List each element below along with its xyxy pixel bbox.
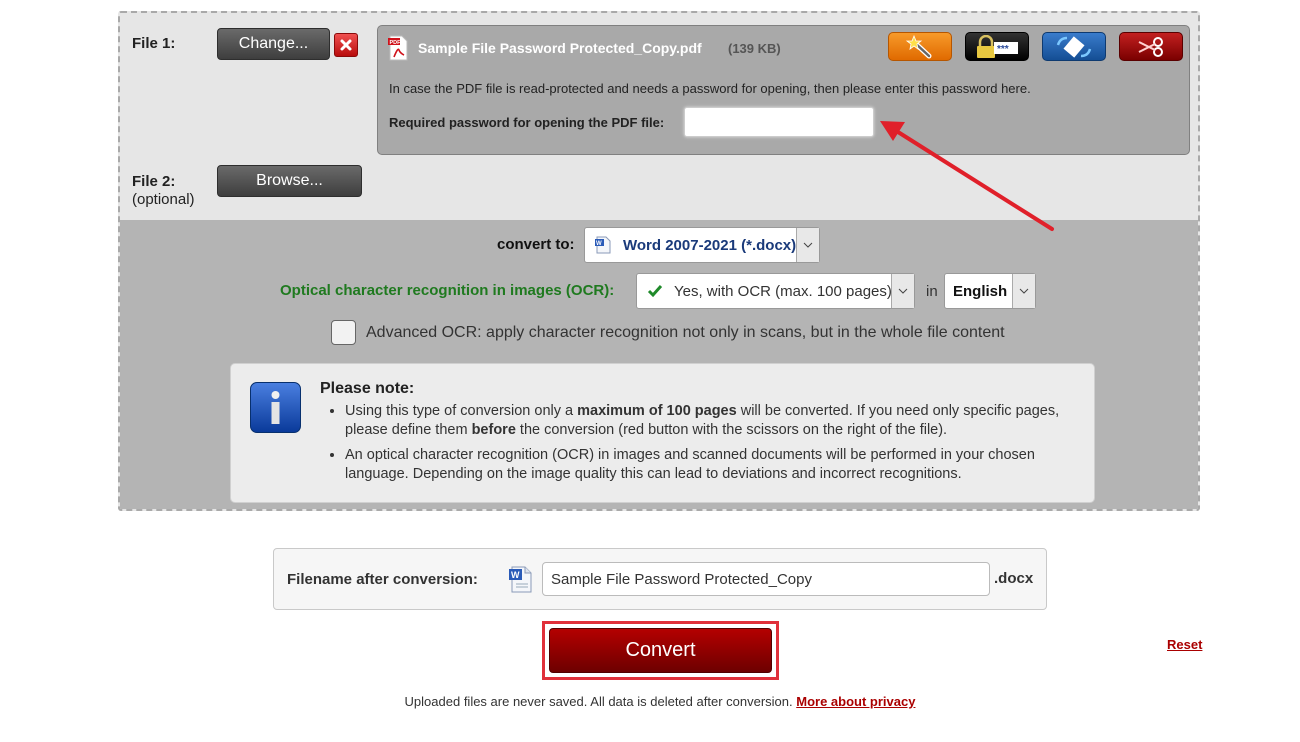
svg-text:W: W <box>511 570 520 580</box>
svg-text:PDF: PDF <box>390 40 402 46</box>
rotate-page-icon <box>1056 35 1092 58</box>
svg-text:W: W <box>596 241 602 247</box>
scissors-icon <box>1138 36 1163 57</box>
convert-to-value: Word 2007-2021 (*.docx) <box>623 236 797 254</box>
chevron-down-icon <box>796 228 819 262</box>
word-doc-icon: W <box>595 236 611 254</box>
ocr-language-value: English <box>953 282 1008 300</box>
note-item: An optical character recognition (OCR) i… <box>345 446 1085 484</box>
reset-link[interactable]: Reset <box>1167 637 1202 652</box>
privacy-text: Uploaded files are never saved. All data… <box>404 694 797 709</box>
file2-optional-label: (optional) <box>132 191 195 208</box>
close-icon <box>340 39 352 51</box>
ocr-select[interactable]: Yes, with OCR (max. 100 pages) <box>636 273 915 309</box>
file2-label: File 2: <box>132 173 176 190</box>
lock-password-icon: *** <box>977 34 1018 58</box>
file1-label: File 1: <box>132 35 176 52</box>
chevron-down-icon <box>1012 274 1035 308</box>
please-note-box: Please note: Using this type of conversi… <box>230 363 1095 503</box>
file-name: Sample File Password Protected_Copy.pdf <box>418 40 702 56</box>
privacy-link[interactable]: More about privacy <box>796 694 915 709</box>
magic-wand-icon <box>905 34 932 58</box>
word-doc-icon: W <box>509 566 532 593</box>
filename-extension: .docx <box>994 570 1034 587</box>
browse-file2-button[interactable]: Browse... <box>217 165 362 197</box>
filename-input[interactable] <box>542 562 990 596</box>
privacy-footer: Uploaded files are never saved. All data… <box>0 694 1300 709</box>
advanced-ocr-label: Advanced OCR: apply character recognitio… <box>366 324 1005 341</box>
checkmark-icon <box>647 285 663 298</box>
pdf-icon: PDF <box>388 35 408 61</box>
password-button[interactable]: *** <box>965 32 1029 61</box>
file-upload-section: File 1: Change... PDF Sample File Passwo… <box>120 13 1198 220</box>
ocr-language-select[interactable]: English <box>944 273 1036 309</box>
note-list: Using this type of conversion only a max… <box>321 402 1085 490</box>
magic-wand-button[interactable] <box>888 32 952 61</box>
chevron-down-icon <box>891 274 914 308</box>
file-size: (139 KB) <box>728 41 781 56</box>
remove-file-button[interactable] <box>334 33 358 57</box>
note-title: Please note: <box>320 380 415 397</box>
svg-text:***: *** <box>997 44 1009 55</box>
change-file-button[interactable]: Change... <box>217 28 330 60</box>
filename-section: Filename after conversion: W .docx <box>273 548 1047 610</box>
convert-to-select[interactable]: W Word 2007-2021 (*.docx) <box>584 227 820 263</box>
file1-details: PDF Sample File Password Protected_Copy.… <box>377 25 1190 155</box>
filename-label: Filename after conversion: <box>287 571 478 588</box>
convert-to-label: convert to: <box>497 236 575 253</box>
password-hint: In case the PDF file is read-protected a… <box>389 81 1031 96</box>
convert-highlight: Convert <box>542 621 779 680</box>
password-input[interactable] <box>684 107 874 137</box>
ocr-label: Optical character recognition in images … <box>280 282 615 299</box>
convert-button[interactable]: Convert <box>549 628 772 673</box>
password-label: Required password for opening the PDF fi… <box>389 115 665 130</box>
ocr-in-label: in <box>926 283 938 300</box>
advanced-ocr-checkbox[interactable] <box>331 320 356 345</box>
ocr-value: Yes, with OCR (max. 100 pages) <box>674 282 892 300</box>
split-scissors-button[interactable] <box>1119 32 1183 61</box>
conversion-panel: File 1: Change... PDF Sample File Passwo… <box>118 11 1200 511</box>
note-item: Using this type of conversion only a max… <box>345 402 1085 440</box>
info-icon <box>250 382 301 433</box>
rotate-button[interactable] <box>1042 32 1106 61</box>
